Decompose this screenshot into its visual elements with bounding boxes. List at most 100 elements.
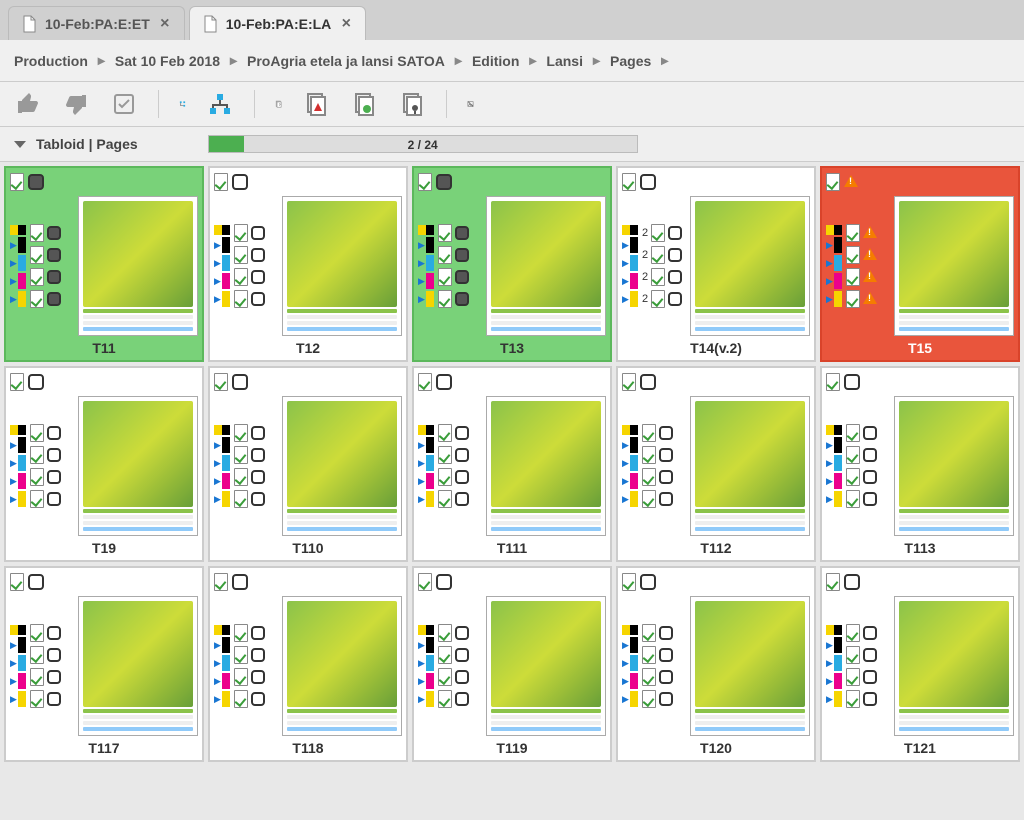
sep-check[interactable] xyxy=(659,492,673,506)
breadcrumb-item[interactable]: Production xyxy=(14,53,88,69)
page-card[interactable]: ▶▶▶▶T119 xyxy=(412,566,612,762)
page-card[interactable]: ▶▶▶▶T12 xyxy=(208,166,408,362)
sep-check[interactable] xyxy=(659,448,673,462)
page-thumbnail[interactable] xyxy=(486,196,606,336)
page-thumbnail[interactable] xyxy=(690,596,810,736)
sep-check[interactable] xyxy=(863,670,877,684)
page-card[interactable]: ▶▶▶▶T113 xyxy=(820,366,1020,562)
page-card[interactable]: ▶▶▶▶T117 xyxy=(4,566,204,762)
sep-check[interactable] xyxy=(659,426,673,440)
page-thumbnail[interactable] xyxy=(690,196,810,336)
page-card[interactable]: ▶▶▶▶T13 xyxy=(412,166,612,362)
page-thumbnail[interactable] xyxy=(690,396,810,536)
sep-check[interactable] xyxy=(251,492,265,506)
page-thumbnail[interactable] xyxy=(282,396,402,536)
page-card[interactable]: ▶▶▶▶T111 xyxy=(412,366,612,562)
status-check[interactable] xyxy=(436,174,452,190)
sep-check[interactable] xyxy=(251,248,265,262)
sep-check[interactable] xyxy=(251,448,265,462)
sep-check[interactable] xyxy=(659,470,673,484)
sep-check[interactable] xyxy=(47,270,61,284)
tree-view-button[interactable] xyxy=(158,90,186,118)
sep-check[interactable] xyxy=(455,470,469,484)
reject-button[interactable] xyxy=(62,90,90,118)
sep-check[interactable] xyxy=(455,670,469,684)
sep-check[interactable] xyxy=(863,492,877,506)
tab-1[interactable]: 10-Feb:PA:E:LA× xyxy=(189,6,367,40)
breadcrumb-item[interactable]: Sat 10 Feb 2018 xyxy=(115,53,220,69)
sep-check[interactable] xyxy=(863,448,877,462)
sep-check[interactable] xyxy=(251,648,265,662)
sep-check[interactable] xyxy=(47,470,61,484)
sep-check[interactable] xyxy=(863,648,877,662)
sep-check[interactable] xyxy=(659,648,673,662)
sep-check[interactable] xyxy=(251,670,265,684)
sep-check[interactable] xyxy=(47,226,61,240)
approve-button[interactable] xyxy=(14,90,42,118)
sep-check[interactable] xyxy=(455,692,469,706)
page-card[interactable]: ▶▶▶▶T118 xyxy=(208,566,408,762)
sep-check[interactable] xyxy=(251,626,265,640)
sep-check[interactable] xyxy=(251,270,265,284)
page-card[interactable]: ▶▶▶▶T110 xyxy=(208,366,408,562)
page-card[interactable]: ▶▶▶▶T121 xyxy=(820,566,1020,762)
sep-check[interactable] xyxy=(47,292,61,306)
status-check[interactable] xyxy=(28,374,44,390)
page-card[interactable]: ▶▶▶▶T15 xyxy=(820,166,1020,362)
breadcrumb-item[interactable]: Pages xyxy=(610,53,651,69)
status-check[interactable] xyxy=(844,574,860,590)
sep-check[interactable] xyxy=(251,692,265,706)
page-thumbnail[interactable] xyxy=(486,396,606,536)
sep-check[interactable] xyxy=(863,692,877,706)
sep-check[interactable] xyxy=(863,626,877,640)
status-check[interactable] xyxy=(640,574,656,590)
sep-check[interactable] xyxy=(251,226,265,240)
status-check[interactable] xyxy=(28,574,44,590)
checkmark-button[interactable] xyxy=(110,90,138,118)
sep-check[interactable] xyxy=(863,426,877,440)
sep-check[interactable] xyxy=(455,292,469,306)
sep-check[interactable] xyxy=(251,470,265,484)
sep-check[interactable] xyxy=(455,270,469,284)
pages-alert-button[interactable] xyxy=(302,90,330,118)
status-check[interactable] xyxy=(844,374,860,390)
sep-check[interactable] xyxy=(47,426,61,440)
breadcrumb-item[interactable]: ProAgria etela ja lansi SATOA xyxy=(247,53,445,69)
page-card[interactable]: ▶▶▶▶T19 xyxy=(4,366,204,562)
sep-check[interactable] xyxy=(659,626,673,640)
sep-check[interactable] xyxy=(455,226,469,240)
sep-check[interactable] xyxy=(47,626,61,640)
sep-check[interactable] xyxy=(455,448,469,462)
status-check[interactable] xyxy=(640,174,656,190)
status-check[interactable] xyxy=(232,174,248,190)
page-thumbnail[interactable] xyxy=(282,196,402,336)
page-thumbnail[interactable] xyxy=(282,596,402,736)
structure-button[interactable] xyxy=(206,90,234,118)
status-check[interactable] xyxy=(232,574,248,590)
pages-pin-button[interactable] xyxy=(398,90,426,118)
image-off-button[interactable] xyxy=(446,90,474,118)
sep-check[interactable] xyxy=(668,226,682,240)
sep-check[interactable] xyxy=(47,692,61,706)
pages-ok-button[interactable] xyxy=(350,90,378,118)
sep-check[interactable] xyxy=(455,492,469,506)
close-icon[interactable]: × xyxy=(339,17,353,31)
collapse-toggle-icon[interactable] xyxy=(14,141,26,148)
page-thumbnail[interactable] xyxy=(78,196,198,336)
sep-check[interactable] xyxy=(455,426,469,440)
sep-check[interactable] xyxy=(47,448,61,462)
sep-check[interactable] xyxy=(251,426,265,440)
breadcrumb-item[interactable]: Edition xyxy=(472,53,519,69)
page-thumbnail[interactable] xyxy=(894,196,1014,336)
close-icon[interactable]: × xyxy=(158,17,172,31)
status-check[interactable] xyxy=(436,374,452,390)
sep-check[interactable] xyxy=(47,492,61,506)
sep-check[interactable] xyxy=(668,248,682,262)
sep-check[interactable] xyxy=(659,692,673,706)
breadcrumb-item[interactable]: Lansi xyxy=(546,53,583,69)
status-check[interactable] xyxy=(232,374,248,390)
sep-check[interactable] xyxy=(47,648,61,662)
page-thumbnail[interactable] xyxy=(486,596,606,736)
sep-check[interactable] xyxy=(863,470,877,484)
sep-check[interactable] xyxy=(455,248,469,262)
